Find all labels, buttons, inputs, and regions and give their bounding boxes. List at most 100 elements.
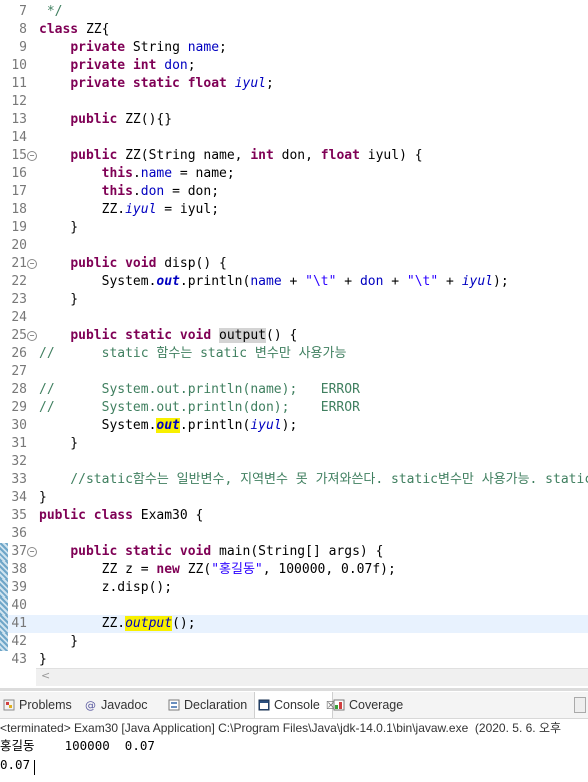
code-line[interactable]: 8 class ZZ{ [0, 21, 588, 39]
line-gutter[interactable]: 8 [0, 21, 36, 39]
quick-diff-marker [0, 615, 8, 633]
line-gutter[interactable]: 31 [0, 435, 36, 453]
line-gutter[interactable]: 41 [0, 615, 36, 633]
code-line[interactable]: 16 this.name = name; [0, 165, 588, 183]
line-gutter[interactable]: 20 [0, 237, 36, 255]
line-gutter[interactable]: 11 [0, 75, 36, 93]
line-gutter[interactable]: 39 [0, 579, 36, 597]
code-line[interactable]: 23 } [0, 291, 588, 309]
line-gutter[interactable]: 12 [0, 93, 36, 111]
code-line[interactable]: 33 //static함수는 일반변수, 지역변수 못 가져와쓴다. stati… [0, 471, 588, 489]
line-gutter[interactable]: 42 [0, 633, 36, 651]
line-gutter[interactable]: 15− [0, 147, 37, 165]
line-gutter[interactable]: 23 [0, 291, 36, 309]
line-gutter[interactable]: 7 [0, 3, 36, 21]
code-line[interactable]: 42 } [0, 633, 588, 651]
line-gutter[interactable]: 25− [0, 327, 37, 345]
tab-console[interactable]: Console ☒ [254, 692, 336, 718]
line-number: 8 [19, 22, 27, 37]
code-line[interactable]: 28 // System.out.println(name); ERROR [0, 381, 588, 399]
line-gutter[interactable]: 36 [0, 525, 36, 543]
code-line[interactable]: 18 ZZ.iyul = iyul; [0, 201, 588, 219]
fold-toggle-icon[interactable]: − [27, 259, 37, 269]
line-gutter[interactable]: 14 [0, 129, 36, 147]
line-gutter[interactable]: 43 [0, 651, 36, 669]
line-gutter[interactable]: 37− [0, 543, 37, 561]
code-line[interactable]: 34} [0, 489, 588, 507]
code-line[interactable]: 40 [0, 597, 588, 615]
code-editor[interactable]: 7 */8 class ZZ{9 private String name; 10 p… [0, 0, 588, 688]
code-line[interactable]: 29 // System.out.println(don); ERROR [0, 399, 588, 417]
line-gutter[interactable]: 34 [0, 489, 36, 507]
code-line[interactable]: 30 System.out.println(iyul); [0, 417, 588, 435]
line-gutter[interactable]: 32 [0, 453, 36, 471]
fold-toggle-icon[interactable]: − [27, 331, 37, 341]
code-token: public [70, 148, 118, 163]
code-line[interactable]: 17 this.don = don; [0, 183, 588, 201]
code-token: = name; [172, 166, 235, 181]
line-number: 11 [11, 76, 27, 91]
code-line[interactable]: 27 [0, 363, 588, 381]
code-line[interactable]: 38 ZZ z = new ZZ("홍길동", 100000, 0.07f); [0, 561, 588, 579]
code-line[interactable]: 41 ZZ.output(); [0, 615, 588, 633]
code-line[interactable]: 39 z.disp(); [0, 579, 588, 597]
line-number: 37 [11, 544, 27, 559]
code-line[interactable]: 14 [0, 129, 588, 147]
code-token: disp() { [156, 256, 227, 271]
code-line[interactable]: 36 [0, 525, 588, 543]
tab-problems[interactable]: Problems [0, 692, 81, 718]
code-line[interactable]: 20 [0, 237, 588, 255]
console-view[interactable]: <terminated> Exam30 [Java Application] C… [0, 719, 588, 782]
line-gutter[interactable]: 33 [0, 471, 36, 489]
code-token: public void [70, 256, 157, 271]
fold-toggle-icon[interactable]: − [27, 151, 37, 161]
code-line[interactable]: 24 [0, 309, 588, 327]
code-line[interactable]: 15− public ZZ(String name, int don, floa… [0, 147, 588, 165]
code-line[interactable]: 35 public class Exam30 { [0, 507, 588, 525]
code-line[interactable]: 26 // static 함수는 static 변수만 사용가능 [0, 345, 588, 363]
line-gutter[interactable]: 38 [0, 561, 36, 579]
tab-declaration[interactable]: Declaration [165, 692, 254, 718]
code-line[interactable]: 22 System.out.println(name + "\t" + don … [0, 273, 588, 291]
horizontal-scrollbar[interactable]: < [36, 668, 588, 686]
line-gutter[interactable]: 22 [0, 273, 36, 291]
view-menu-icon[interactable] [574, 697, 586, 713]
code-line[interactable]: 9 private String name; [0, 39, 588, 57]
code-line[interactable]: 32 [0, 453, 588, 471]
code-line[interactable]: 25− public static void output() { [0, 327, 588, 345]
line-gutter[interactable]: 19 [0, 219, 36, 237]
code-line[interactable]: 13 public ZZ(){} [0, 111, 588, 129]
line-gutter[interactable]: 40 [0, 597, 36, 615]
line-gutter[interactable]: 10 [0, 57, 36, 75]
quick-diff-marker [0, 633, 8, 651]
line-gutter[interactable]: 17 [0, 183, 36, 201]
code-text: } [39, 435, 78, 453]
scroll-left-arrow[interactable]: < [41, 669, 50, 682]
code-line[interactable]: 31 } [0, 435, 588, 453]
code-line[interactable]: 19 } [0, 219, 588, 237]
tab-coverage[interactable]: Coverage [330, 692, 413, 718]
code-line[interactable]: 10 private int don; [0, 57, 588, 75]
line-gutter[interactable]: 27 [0, 363, 36, 381]
code-line[interactable]: 37− public static void main(String[] arg… [0, 543, 588, 561]
line-gutter[interactable]: 30 [0, 417, 36, 435]
tab-javadoc[interactable]: @ Javadoc [82, 692, 165, 718]
line-gutter[interactable]: 9 [0, 39, 36, 57]
view-divider[interactable] [0, 688, 588, 691]
line-gutter[interactable]: 16 [0, 165, 36, 183]
code-line[interactable]: 12 [0, 93, 588, 111]
code-line[interactable]: 43} [0, 651, 588, 669]
line-gutter[interactable]: 21− [0, 255, 37, 273]
line-gutter[interactable]: 13 [0, 111, 36, 129]
line-gutter[interactable]: 26 [0, 345, 36, 363]
code-line[interactable]: 11 private static float iyul; [0, 75, 588, 93]
line-gutter[interactable]: 29 [0, 399, 36, 417]
line-gutter[interactable]: 28 [0, 381, 36, 399]
line-gutter[interactable]: 18 [0, 201, 36, 219]
code-text: public static void main(String[] args) { [39, 543, 383, 561]
fold-toggle-icon[interactable]: − [27, 547, 37, 557]
code-line[interactable]: 21− public void disp() { [0, 255, 588, 273]
line-gutter[interactable]: 35 [0, 507, 36, 525]
code-line[interactable]: 7 */ [0, 3, 588, 21]
line-gutter[interactable]: 24 [0, 309, 36, 327]
